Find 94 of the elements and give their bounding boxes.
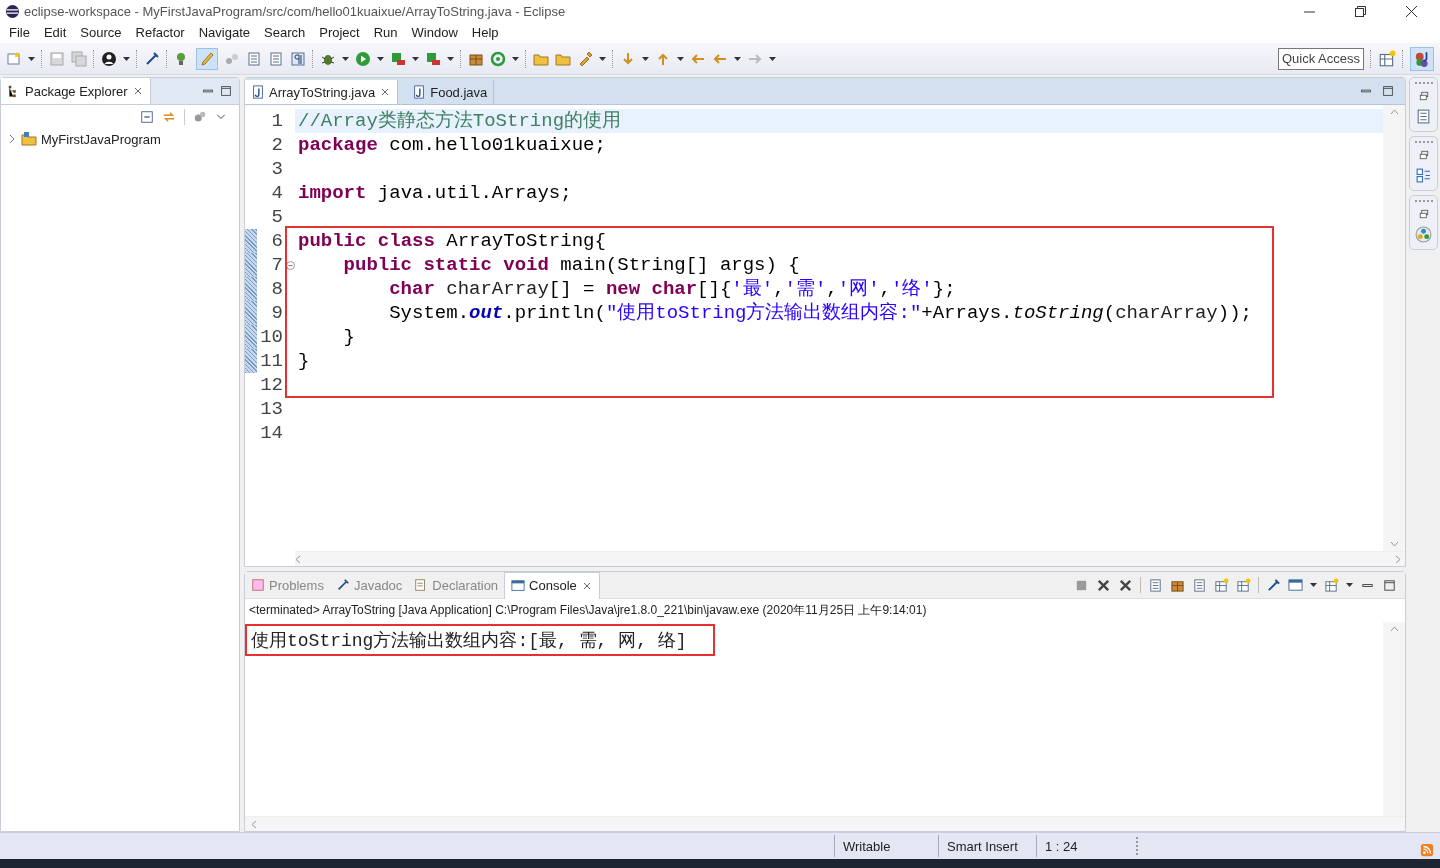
collapse-icon[interactable] [140, 110, 154, 124]
vertical-scrollbar[interactable] [1383, 622, 1405, 816]
scroll-up-icon[interactable] [1389, 626, 1399, 632]
dropdown-caret-icon[interactable] [734, 56, 741, 61]
menu-item[interactable]: Navigate [191, 25, 257, 40]
app-logo-icon [6, 4, 19, 18]
fold-icon[interactable] [285, 260, 295, 270]
menu-item[interactable]: Help [464, 25, 506, 40]
status-field: Smart Insert [938, 835, 1036, 857]
editor-tab[interactable]: Food.java [406, 80, 495, 104]
panel-tab[interactable]: Console [504, 571, 600, 599]
code-line: import java.util.Arrays; [297, 181, 573, 205]
console-output: 使用toString方法输出数组内容:[最, 需, 网, 络] [245, 624, 715, 656]
dropdown-caret-icon[interactable] [599, 56, 606, 61]
dropdown-caret-icon[interactable] [512, 56, 519, 61]
code-line: char charArray[] = new char[]{'最','需','网','络'}; [388, 277, 957, 301]
perspective-icon[interactable] [1378, 49, 1396, 68]
menu-item[interactable]: Refactor [128, 25, 192, 40]
window-title: eclipse-workspace - MyFirstJavaProgram/src/com/hello01kuaixue/ArrayToString.java - Eclipse [24, 3, 566, 19]
gears-icon[interactable] [193, 110, 207, 124]
scroll-left-icon[interactable] [295, 554, 301, 564]
status-field: Writable [834, 835, 938, 857]
console-icon [511, 578, 526, 593]
menu-item[interactable]: Project [312, 25, 367, 40]
dropdown-caret-icon[interactable] [677, 56, 684, 61]
dropdown-caret-icon[interactable] [769, 56, 776, 61]
run-stop-icon[interactable] [390, 50, 406, 67]
scroll-up-icon[interactable] [1389, 109, 1399, 115]
problems-icon [251, 578, 265, 592]
status-field: 1 : 24 [1036, 835, 1136, 857]
close-icon[interactable] [1405, 5, 1417, 17]
code-line: System.out.println("使用toString方法输出数组内容:"+Arrays.toString(charArray)); [388, 301, 1253, 325]
remove-icon[interactable] [1096, 577, 1111, 593]
refresh-icon[interactable] [490, 50, 506, 67]
maximize-icon[interactable] [1381, 84, 1395, 98]
menu-item[interactable]: Window [404, 25, 465, 40]
dropdown-caret-icon[interactable] [1310, 583, 1317, 587]
dropdown-caret-icon[interactable] [28, 56, 35, 61]
console-icon[interactable] [1288, 577, 1303, 593]
dropdown-caret-icon[interactable] [642, 56, 649, 61]
run-stop-icon[interactable] [425, 50, 441, 67]
paragraph-icon[interactable] [290, 50, 306, 67]
tree-item[interactable]: MyFirstJavaProgram [1, 129, 239, 149]
task-icon[interactable] [1415, 226, 1432, 243]
dropdown-caret-icon[interactable] [412, 56, 419, 61]
menu-item[interactable]: Search [257, 25, 313, 40]
editor-tab[interactable]: ArrayToString.java [245, 80, 399, 104]
dropdown-caret-icon[interactable] [377, 56, 384, 61]
code-line: public class ArrayToString{ [297, 229, 607, 253]
vertical-scrollbar[interactable] [1383, 105, 1405, 551]
run-icon[interactable] [355, 50, 371, 67]
java-perspective-icon[interactable] [1413, 49, 1431, 68]
java-file-icon [251, 85, 265, 99]
code-line: package com.hello01kuaixue; [297, 133, 607, 157]
code-line: public static void main(String[] args) { [342, 253, 801, 277]
scroll-right-icon[interactable] [1395, 554, 1401, 564]
project-folder-icon [21, 131, 37, 147]
scroll-left-icon[interactable] [251, 819, 257, 829]
brush-icon[interactable] [199, 50, 215, 67]
maximize-icon[interactable] [219, 84, 233, 98]
document-icon[interactable] [1415, 108, 1432, 125]
menu-item[interactable]: Source [73, 25, 129, 40]
horizontal-scrollbar[interactable] [295, 551, 1405, 566]
document-icon[interactable] [1192, 577, 1207, 593]
package-explorer-tab[interactable]: Package Explorer [1, 78, 151, 104]
menu-item[interactable]: File [2, 25, 37, 40]
dropdown-caret-icon[interactable] [342, 56, 349, 61]
dropdown-caret-icon[interactable] [447, 56, 454, 61]
dropdown-caret-icon[interactable] [123, 56, 130, 61]
remove-icon[interactable] [1118, 577, 1133, 593]
java-file-icon [412, 85, 427, 99]
restore-icon[interactable] [1417, 208, 1430, 220]
code-line: } [297, 349, 311, 373]
dropdown-caret-icon[interactable] [1346, 583, 1353, 587]
menu-item[interactable]: Edit [36, 25, 74, 40]
horizontal-scrollbar[interactable] [245, 816, 1405, 831]
maximize-icon[interactable] [1382, 577, 1397, 593]
perspective-icon[interactable] [1214, 577, 1229, 593]
document-icon[interactable] [1148, 577, 1163, 593]
perspective-icon[interactable] [1236, 577, 1251, 593]
menu-item[interactable]: Run [366, 25, 405, 40]
perspective-icon[interactable] [1324, 577, 1339, 593]
quick-access-field[interactable]: Quick Access [1278, 47, 1364, 70]
process-status: <terminated> ArrayToString [Java Application] C:\Program Files\Java\jre1.8.0_221\bin\javaw.exe (2020年11月25日 上午9:14:01) [248, 602, 928, 619]
restore-icon[interactable] [1354, 5, 1366, 17]
restore-icon[interactable] [1417, 90, 1430, 102]
feed-icon[interactable] [1420, 843, 1434, 857]
link-icon[interactable] [162, 110, 176, 124]
scroll-down-icon[interactable] [1389, 541, 1399, 547]
down-arrow-icon[interactable] [620, 50, 636, 67]
code-line: } [342, 325, 356, 349]
outline-icon[interactable] [1415, 167, 1432, 184]
person-icon[interactable] [101, 50, 117, 67]
restore-icon[interactable] [1417, 149, 1430, 161]
